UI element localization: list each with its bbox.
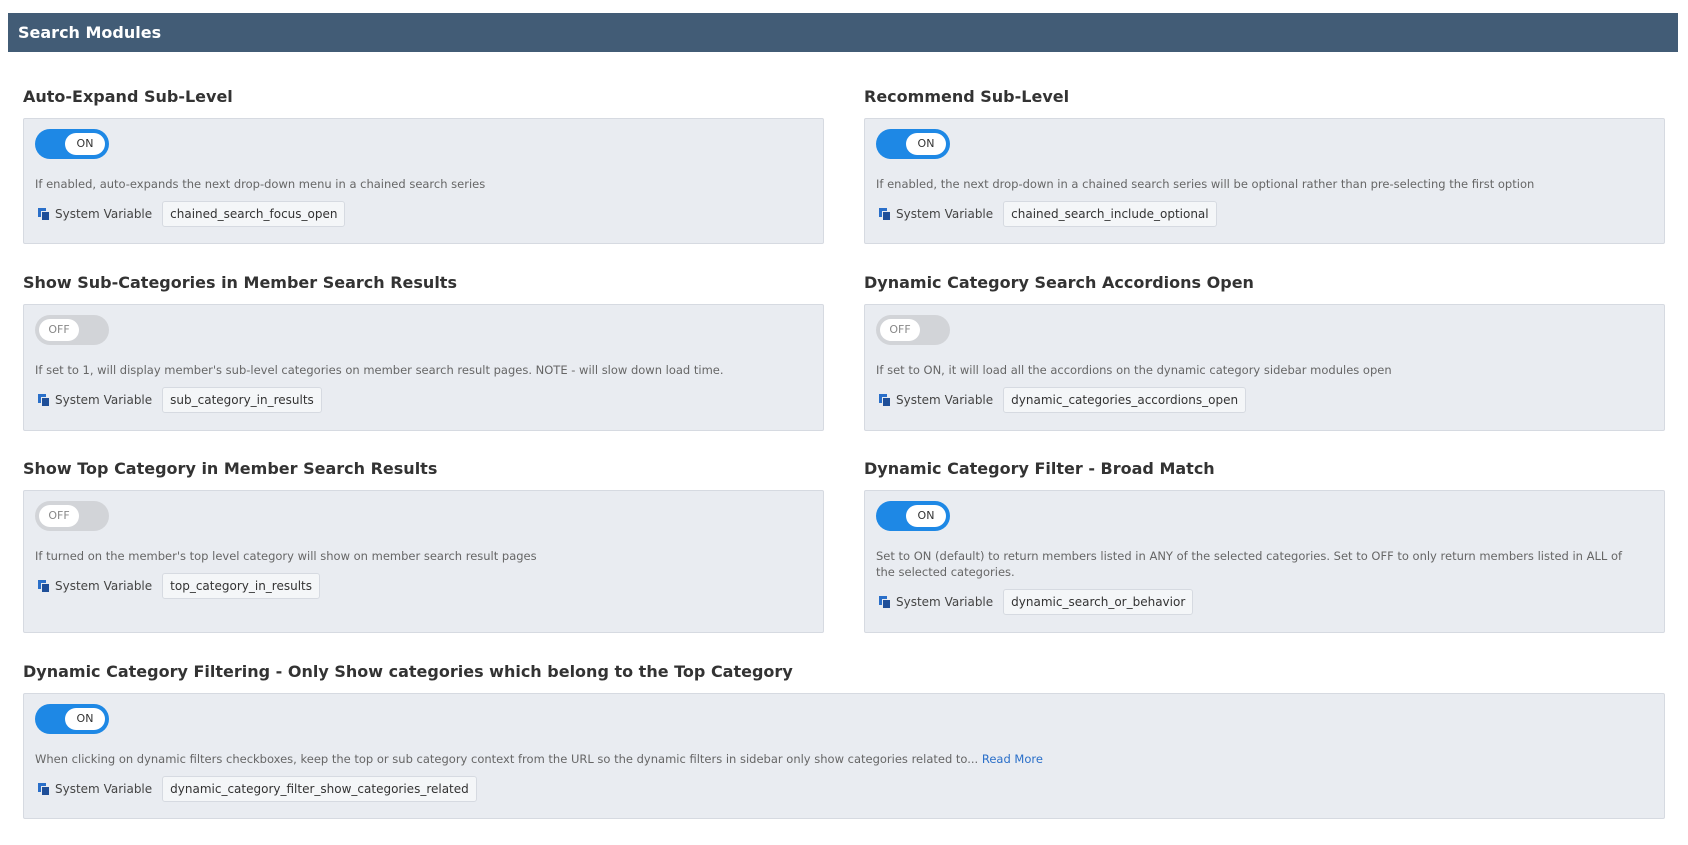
system-variable-label: System Variable (896, 393, 994, 407)
setting-title: Auto-Expand Sub-Level (23, 87, 233, 106)
setting-description: If enabled, the next drop-down in a chai… (876, 177, 1535, 191)
toggle-switch[interactable]: OFF (35, 315, 109, 345)
setting-card: ON Set to ON (default) to return members… (864, 490, 1665, 633)
setting-description: If set to ON, it will load all the accor… (876, 363, 1392, 377)
system-variable-label: System Variable (896, 595, 994, 609)
toggle-knob: ON (65, 708, 105, 730)
copy-icon[interactable] (878, 595, 892, 609)
setting-title: Dynamic Category Filtering - Only Show c… (23, 662, 793, 681)
system-variable-value[interactable]: dynamic_category_filter_show_categories_… (162, 776, 477, 802)
system-variable-row: System Variable chained_search_focus_ope… (35, 201, 812, 227)
system-variable-row: System Variable dynamic_category_filter_… (35, 776, 1653, 802)
toggle-knob: OFF (39, 505, 79, 527)
setting-title: Show Sub-Categories in Member Search Res… (23, 273, 457, 292)
setting-show-top-category: Show Top Category in Member Search Resul… (23, 458, 824, 633)
copy-icon[interactable] (878, 207, 892, 221)
setting-card: OFF If set to 1, will display member's s… (23, 304, 824, 431)
copy-icon[interactable] (37, 207, 51, 221)
page-header: Search Modules (8, 13, 1678, 52)
setting-description: If set to 1, will display member's sub-l… (35, 363, 724, 377)
toggle-knob: ON (906, 133, 946, 155)
toggle-knob: OFF (39, 319, 79, 341)
toggle-switch[interactable]: ON (876, 501, 950, 531)
page-title: Search Modules (18, 23, 162, 42)
system-variable-row: System Variable dynamic_search_or_behavi… (876, 589, 1653, 615)
toggle-switch[interactable]: ON (35, 704, 109, 734)
toggle-switch[interactable]: ON (35, 129, 109, 159)
setting-card: OFF If turned on the member's top level … (23, 490, 824, 633)
system-variable-row: System Variable chained_search_include_o… (876, 201, 1653, 227)
setting-title: Recommend Sub-Level (864, 87, 1070, 106)
system-variable-label: System Variable (55, 579, 153, 593)
system-variable-label: System Variable (896, 207, 994, 221)
copy-icon[interactable] (37, 393, 51, 407)
setting-card: OFF If set to ON, it will load all the a… (864, 304, 1665, 431)
setting-show-sub-categories: Show Sub-Categories in Member Search Res… (23, 272, 824, 431)
system-variable-value[interactable]: top_category_in_results (162, 573, 320, 599)
toggle-knob: ON (65, 133, 105, 155)
setting-description: If turned on the member's top level cate… (35, 549, 537, 563)
setting-title: Dynamic Category Filter - Broad Match (864, 459, 1215, 478)
system-variable-value[interactable]: chained_search_include_optional (1003, 201, 1217, 227)
system-variable-value[interactable]: dynamic_categories_accordions_open (1003, 387, 1247, 413)
toggle-switch[interactable]: ON (876, 129, 950, 159)
system-variable-row: System Variable top_category_in_results (35, 573, 812, 599)
setting-description-row: When clicking on dynamic filters checkbo… (35, 751, 1653, 767)
setting-dynamic-category-filtering-top-category: Dynamic Category Filtering - Only Show c… (23, 661, 1665, 819)
system-variable-label: System Variable (55, 782, 153, 796)
setting-dynamic-category-accordions-open: Dynamic Category Search Accordions Open … (864, 272, 1665, 431)
setting-card: ON If enabled, the next drop-down in a c… (864, 118, 1665, 244)
system-variable-label: System Variable (55, 207, 153, 221)
setting-auto-expand-sub-level: Auto-Expand Sub-Level ON If enabled, aut… (23, 86, 824, 244)
setting-title: Show Top Category in Member Search Resul… (23, 459, 438, 478)
system-variable-row: System Variable sub_category_in_results (35, 387, 812, 413)
copy-icon[interactable] (37, 782, 51, 796)
system-variable-label: System Variable (55, 393, 153, 407)
toggle-switch[interactable]: OFF (35, 501, 109, 531)
copy-icon[interactable] (878, 393, 892, 407)
copy-icon[interactable] (37, 579, 51, 593)
setting-description: If enabled, auto-expands the next drop-d… (35, 177, 486, 191)
setting-recommend-sub-level: Recommend Sub-Level ON If enabled, the n… (864, 86, 1665, 244)
system-variable-value[interactable]: dynamic_search_or_behavior (1003, 589, 1194, 615)
system-variable-value[interactable]: chained_search_focus_open (162, 201, 346, 227)
setting-description: When clicking on dynamic filters checkbo… (35, 752, 979, 766)
toggle-switch[interactable]: OFF (876, 315, 950, 345)
setting-card: ON When clicking on dynamic filters chec… (23, 693, 1665, 819)
system-variable-row: System Variable dynamic_categories_accor… (876, 387, 1653, 413)
read-more-link[interactable]: Read More (982, 752, 1043, 766)
setting-card: ON If enabled, auto-expands the next dro… (23, 118, 824, 244)
setting-title: Dynamic Category Search Accordions Open (864, 273, 1254, 292)
toggle-knob: OFF (880, 319, 920, 341)
system-variable-value[interactable]: sub_category_in_results (162, 387, 322, 413)
setting-description: Set to ON (default) to return members li… (876, 549, 1623, 579)
toggle-knob: ON (906, 505, 946, 527)
setting-dynamic-category-filter-broad-match: Dynamic Category Filter - Broad Match ON… (864, 458, 1665, 633)
